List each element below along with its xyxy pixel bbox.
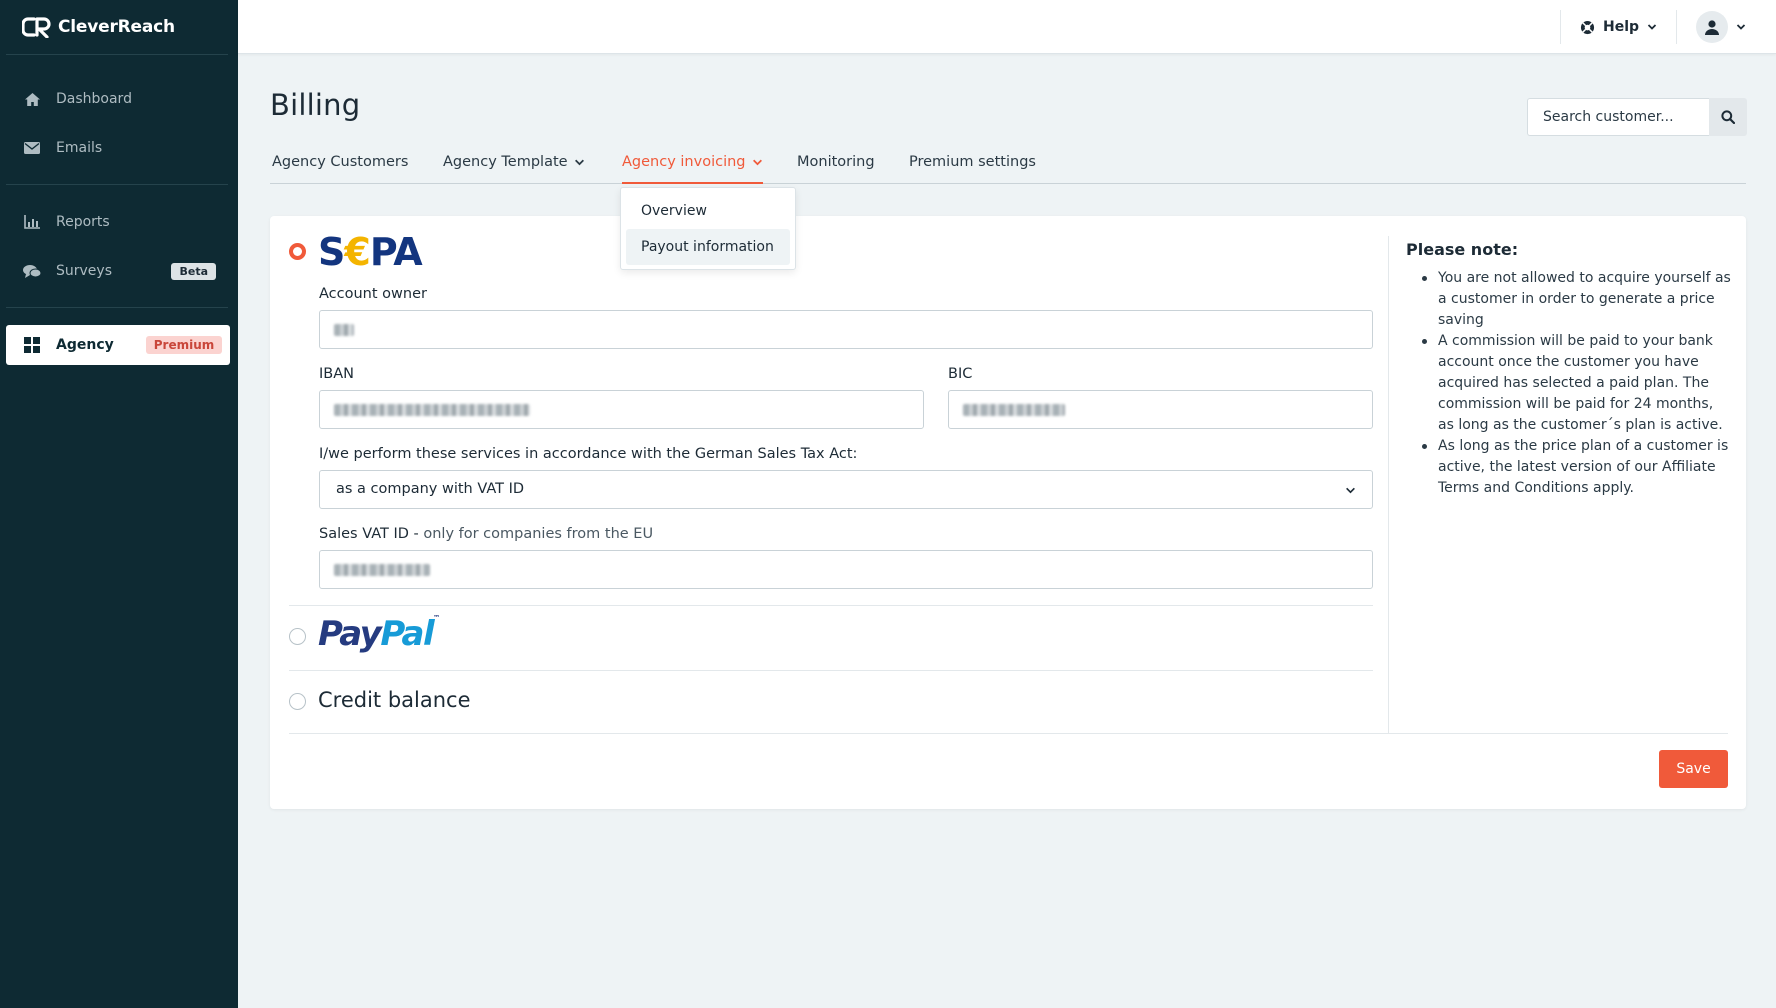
tab-label: Agency invoicing	[622, 154, 746, 170]
chevron-down-icon	[1647, 24, 1657, 30]
tab-premium-settings[interactable]: Premium settings	[909, 150, 1036, 184]
divider	[289, 733, 1728, 734]
envelope-icon	[22, 138, 42, 158]
tab-agency-customers[interactable]: Agency Customers	[272, 150, 408, 184]
tab-agency-invoicing[interactable]: Agency invoicing	[622, 150, 763, 184]
premium-badge: Premium	[145, 336, 223, 354]
dropdown-item-payout-information[interactable]: Payout information	[626, 229, 790, 265]
credit-balance-label: Credit balance	[318, 688, 471, 712]
tab-label: Monitoring	[797, 154, 875, 170]
chat-bubbles-icon	[22, 261, 42, 281]
sidebar: CleverReach Dashboard Emails Reports Sur…	[0, 0, 238, 1008]
customer-search	[1527, 98, 1747, 136]
iban-label: IBAN	[319, 366, 354, 382]
sidebar-item-surveys[interactable]: Surveys Beta	[6, 251, 230, 291]
tab-monitoring[interactable]: Monitoring	[797, 150, 875, 184]
top-bar: Help	[238, 0, 1776, 54]
sepa-logo: S€PA	[318, 230, 423, 274]
note-list: You are not allowed to acquire yourself …	[1406, 268, 1732, 499]
paypal-logo: PayPal™	[318, 614, 440, 654]
divider	[289, 605, 1373, 606]
chevron-down-icon	[1346, 487, 1355, 494]
sidebar-item-label: Agency	[56, 337, 114, 353]
iban-field[interactable]	[319, 390, 924, 429]
sidebar-divider	[6, 307, 228, 308]
billing-tabs: Agency Customers Agency Template Agency …	[270, 150, 1746, 184]
user-menu-button[interactable]	[1696, 11, 1746, 43]
chevron-down-icon	[1736, 24, 1746, 30]
help-label: Help	[1603, 19, 1640, 35]
search-button[interactable]	[1709, 98, 1747, 136]
agency-invoicing-dropdown: Overview Payout information	[620, 187, 796, 270]
note-item: As long as the price plan of a customer …	[1406, 436, 1732, 499]
sidebar-item-label: Surveys	[56, 263, 112, 279]
sidebar-divider	[6, 54, 228, 55]
cleverreach-logo-icon	[22, 17, 51, 38]
search-input[interactable]	[1527, 98, 1709, 136]
save-button[interactable]: Save	[1659, 750, 1728, 788]
note-title: Please note:	[1406, 240, 1519, 259]
sidebar-item-label: Reports	[56, 214, 110, 230]
redacted-value	[334, 564, 430, 576]
tax-act-label: I/we perform these services in accordanc…	[319, 446, 858, 462]
grid-icon	[22, 335, 42, 355]
sidebar-item-label: Dashboard	[56, 91, 132, 107]
brand-name: CleverReach	[58, 17, 175, 37]
avatar	[1696, 11, 1728, 43]
vat-id-label-hint: only for companies from the EU	[423, 526, 654, 542]
search-icon	[1721, 110, 1735, 124]
sepa-radio[interactable]	[289, 243, 306, 260]
select-value: as a company with VAT ID	[336, 481, 525, 497]
page-title: Billing	[270, 88, 361, 122]
dropdown-item-overview[interactable]: Overview	[626, 193, 790, 229]
lifebuoy-icon	[1580, 20, 1595, 34]
account-owner-field[interactable]	[319, 310, 1373, 349]
sidebar-item-label: Emails	[56, 140, 103, 156]
paypal-radio[interactable]	[289, 628, 306, 645]
bic-label: BIC	[948, 366, 973, 382]
topbar-divider	[1560, 10, 1561, 44]
paypal-logo-pay: Pay	[318, 614, 382, 654]
tab-label: Agency Customers	[272, 154, 409, 170]
vat-id-label-main: Sales VAT ID -	[319, 526, 424, 542]
help-menu-button[interactable]: Help	[1580, 14, 1657, 40]
brand-logo[interactable]: CleverReach	[22, 14, 175, 40]
sidebar-divider	[6, 184, 228, 185]
redacted-value	[334, 404, 530, 416]
tax-status-select[interactable]: as a company with VAT ID	[319, 470, 1373, 509]
tab-label: Premium settings	[909, 154, 1036, 170]
payout-card: S€PA Account owner IBAN BIC I/we perform…	[270, 216, 1746, 809]
beta-badge: Beta	[171, 262, 216, 280]
vat-id-field[interactable]	[319, 550, 1373, 589]
chevron-down-icon	[574, 159, 584, 166]
paypal-logo-pal: Pal	[380, 614, 434, 654]
sidebar-item-dashboard[interactable]: Dashboard	[6, 79, 230, 119]
sidebar-item-emails[interactable]: Emails	[6, 128, 230, 168]
column-divider	[1388, 236, 1389, 734]
sidebar-item-reports[interactable]: Reports	[6, 202, 230, 242]
paypal-trademark: ™	[433, 614, 440, 622]
tab-label: Agency Template	[443, 154, 568, 170]
vat-id-label: Sales VAT ID - only for companies from t…	[319, 526, 653, 542]
note-item: You are not allowed to acquire yourself …	[1406, 268, 1732, 331]
bar-chart-icon	[22, 212, 42, 232]
note-item: A commission will be paid to your bank a…	[1406, 331, 1732, 436]
user-icon	[1705, 20, 1719, 35]
tab-agency-template[interactable]: Agency Template	[443, 150, 585, 184]
topbar-divider	[1676, 10, 1677, 44]
sidebar-item-agency[interactable]: Agency Premium	[6, 325, 230, 365]
bic-field[interactable]	[948, 390, 1373, 429]
redacted-value	[963, 404, 1065, 416]
chevron-down-icon	[752, 159, 762, 166]
divider	[289, 670, 1373, 671]
account-owner-label: Account owner	[319, 286, 427, 302]
credit-balance-radio[interactable]	[289, 693, 306, 710]
home-icon	[22, 89, 42, 109]
redacted-value	[334, 324, 354, 336]
